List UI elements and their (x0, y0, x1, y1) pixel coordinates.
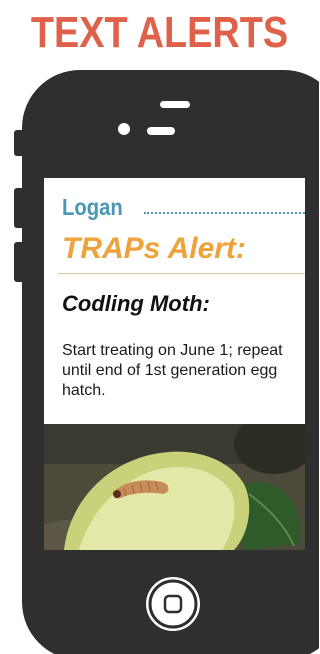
apple-larva-photo (44, 424, 305, 550)
location-row: Logan (62, 194, 305, 224)
front-camera (118, 123, 130, 135)
home-button-icon[interactable] (146, 577, 200, 631)
phone-screen: Logan TRAPs Alert: Codling Moth: Start t… (44, 178, 305, 550)
location-label: Logan (62, 194, 123, 220)
smartphone: Logan TRAPs Alert: Codling Moth: Start t… (0, 0, 319, 654)
divider (58, 273, 305, 274)
alert-message: Start treating on June 1; repeat until e… (62, 342, 283, 399)
pest-name: Codling Moth: (62, 291, 210, 316)
sensor-slot (160, 101, 190, 108)
dotted-leader (144, 212, 305, 214)
alert-title: TRAPs Alert: (62, 232, 246, 265)
earpiece (147, 127, 175, 135)
